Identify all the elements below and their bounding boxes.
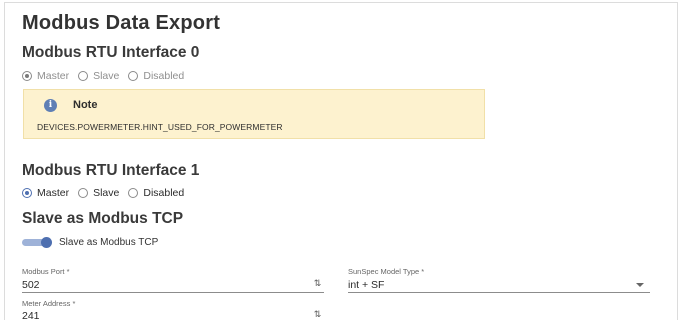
meter-address-input[interactable]: 241 [22, 310, 40, 322]
modbus-port-input[interactable]: 502 [22, 279, 40, 291]
rtu1-option-slave[interactable]: Slave [78, 187, 119, 199]
radio-icon [22, 71, 32, 81]
rtu0-title: Modbus RTU Interface 0 [22, 44, 200, 61]
note-title: Note [73, 99, 98, 111]
sunspec-model-select[interactable]: int + SF [348, 279, 384, 291]
rtu1-option-master[interactable]: Master [22, 187, 69, 199]
rtu1-title: Modbus RTU Interface 1 [22, 162, 200, 179]
tcp-title: Slave as Modbus TCP [22, 210, 184, 227]
rtu0-option-slave[interactable]: Slave [78, 70, 119, 82]
radio-icon [128, 188, 139, 198]
meter-address-label: Meter Address * [22, 299, 76, 308]
tcp-toggle[interactable] [22, 237, 52, 248]
rtu1-option-disabled[interactable]: Disabled [128, 187, 184, 199]
rtu0-option-disabled[interactable]: Disabled [128, 70, 184, 82]
page-title: Modbus Data Export [22, 12, 221, 34]
chevron-down-icon[interactable] [636, 283, 644, 287]
modbus-port-label: Modbus Port * [22, 267, 70, 276]
radio-icon [128, 71, 139, 81]
info-icon: i [44, 99, 57, 112]
rtu0-option-master[interactable]: Master [22, 70, 69, 82]
radio-icon [78, 188, 89, 198]
rtu0-radio-group: Master Slave Disabled [22, 70, 193, 82]
stepper-icon[interactable]: ⇅ [312, 310, 323, 319]
sunspec-model-underline [348, 292, 650, 293]
modbus-port-underline [22, 292, 324, 293]
sunspec-model-label: SunSpec Model Type * [348, 267, 425, 276]
note-box: i Note DEVICES.POWERMETER.HINT_USED_FOR_… [23, 89, 485, 139]
radio-icon [78, 71, 89, 81]
radio-icon [22, 188, 32, 198]
note-text: DEVICES.POWERMETER.HINT_USED_FOR_POWERME… [37, 122, 283, 132]
stepper-icon[interactable]: ⇅ [312, 279, 323, 288]
toggle-knob [41, 237, 52, 248]
tcp-toggle-label: Slave as Modbus TCP [59, 237, 159, 248]
rtu1-radio-group: Master Slave Disabled [22, 187, 193, 199]
